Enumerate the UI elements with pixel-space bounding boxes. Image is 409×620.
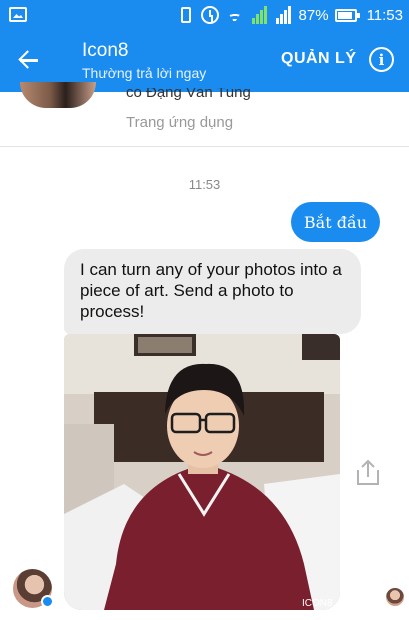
gallery-notification-icon	[9, 7, 27, 22]
page-category: Trang ứng dụng	[126, 114, 234, 131]
battery-icon	[334, 8, 360, 22]
messenger-badge-icon	[41, 595, 54, 608]
clock: 11:53	[366, 6, 403, 24]
outgoing-message[interactable]: Bắt đầu	[291, 202, 380, 242]
incoming-message[interactable]: I can turn any of your photos into a pie…	[64, 249, 361, 334]
seen-indicator-avatar	[386, 588, 404, 606]
alarm-icon	[200, 6, 219, 24]
incoming-photo[interactable]: ICON8	[64, 334, 340, 610]
conversation-title[interactable]: Icon8	[82, 40, 128, 62]
manage-button[interactable]: QUẢN LÝ	[281, 50, 357, 68]
vibrate-icon	[180, 7, 191, 23]
photo-illustration: ICON8	[64, 334, 340, 610]
signal-sim1-icon	[251, 6, 269, 24]
battery-percent: 87%	[298, 6, 329, 24]
response-status: Thường trả lời ngay	[82, 65, 207, 81]
back-arrow-icon[interactable]	[16, 46, 44, 74]
status-icons: 87% 11:53	[177, 4, 403, 26]
wifi-icon	[225, 7, 245, 23]
message-list[interactable]: 11:53 Bắt đầu I can turn any of your pho…	[0, 148, 409, 620]
page-profile-card: có Đặng Văn Tùng Trang ứng dụng	[0, 82, 409, 147]
status-bar: 87% 11:53	[0, 0, 409, 30]
message-timestamp: 11:53	[188, 177, 221, 192]
photo-watermark: ICON8	[302, 598, 333, 609]
page-avatar[interactable]	[20, 82, 96, 108]
info-icon[interactable]: i	[369, 47, 394, 72]
signal-sim2-icon	[275, 6, 293, 24]
share-icon[interactable]	[355, 458, 381, 486]
page-creator-text: có Đặng Văn Tùng	[126, 88, 251, 101]
